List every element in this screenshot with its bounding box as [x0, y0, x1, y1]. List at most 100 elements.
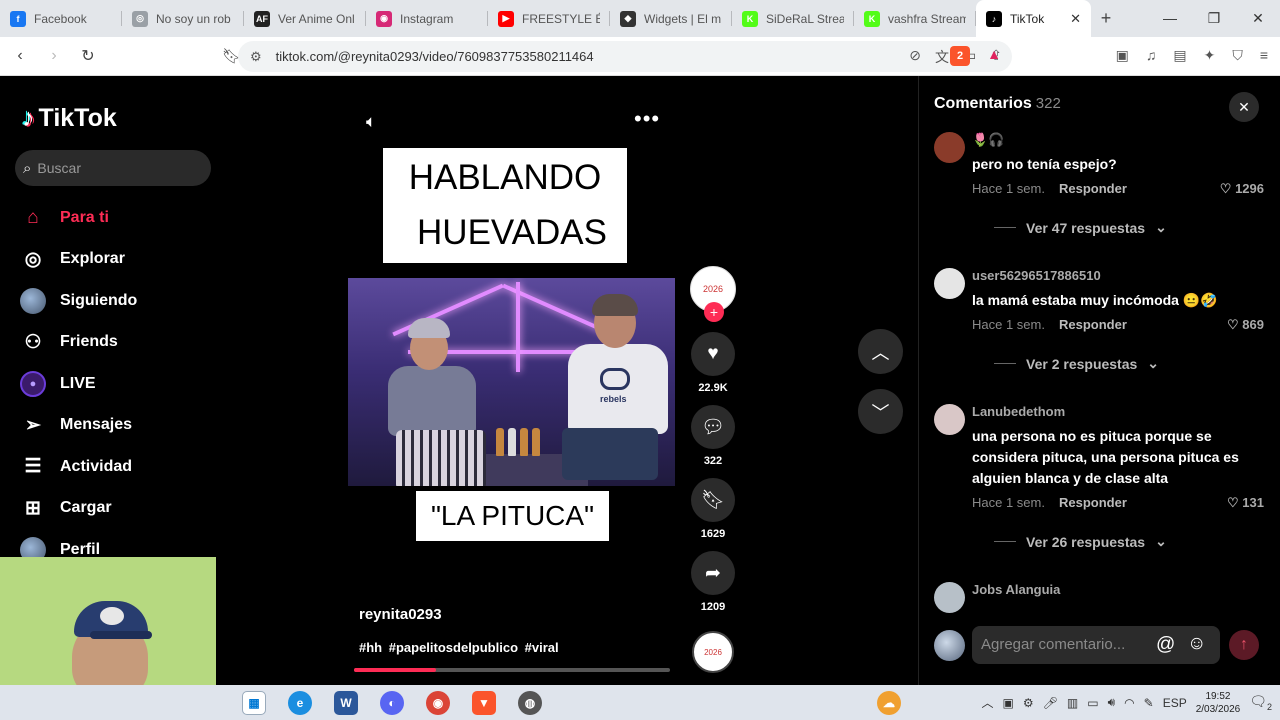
notification-icon[interactable]: 🗨︎2 [1249, 693, 1272, 712]
commenter-avatar[interactable] [934, 582, 965, 613]
sidebar-item-explorar[interactable]: ◎ Explorar [20, 239, 137, 281]
view-replies-button[interactable]: Ver 26 respuestas ⌄ [994, 533, 1167, 550]
new-tab-button[interactable]: + [1091, 8, 1121, 29]
mic-icon[interactable]: 🎤︎ [1043, 696, 1058, 710]
tiktok-logo[interactable]: ♪ TikTok [22, 104, 117, 133]
comment-like[interactable]: ♡ 869 [1227, 317, 1264, 333]
weather-icon[interactable]: ☁ [877, 691, 901, 715]
search-input[interactable]: ⌕ Buscar [15, 150, 211, 186]
vpn-shield-icon[interactable]: ⛉ [1232, 47, 1243, 64]
browser-tab[interactable]: K vashfra Stream [854, 0, 976, 37]
store-icon[interactable]: ▦ [242, 691, 266, 715]
video-hashtags[interactable]: #hh #papelitosdelpublico #viral [359, 640, 559, 655]
brave-shields-icon[interactable]: 2 [950, 46, 970, 66]
browser-tab[interactable]: f Facebook [0, 0, 122, 37]
battery-icon[interactable]: ▭ [1087, 696, 1098, 710]
commenter-avatar[interactable] [934, 404, 965, 435]
sidebar-item-siguiendo[interactable]: Siguiendo [20, 280, 137, 322]
bookmark-save-icon[interactable]: 🔖︎ [691, 478, 735, 522]
media-icon[interactable]: ♫ [1146, 47, 1157, 64]
translate-icon[interactable]: 文 [935, 47, 949, 67]
comment-icon[interactable]: 💬︎ [691, 405, 735, 449]
close-window-icon[interactable]: ✕ [1236, 0, 1280, 37]
comment-like[interactable]: ♡ 1296 [1220, 181, 1264, 197]
sidebar-item-mensajes[interactable]: ➢ Mensajes [20, 405, 137, 447]
more-options-icon[interactable]: ••• [634, 106, 660, 132]
send-comment-button[interactable]: ↑ [1229, 630, 1259, 660]
view-replies-button[interactable]: Ver 2 respuestas ⌄ [994, 355, 1159, 372]
reload-icon[interactable]: ↻ [74, 46, 102, 66]
edge-icon[interactable]: e [288, 691, 312, 715]
url-text[interactable]: tiktok.com/@reynita0293/video/7609837753… [276, 49, 594, 64]
close-comments-button[interactable]: ✕ [1229, 92, 1259, 122]
reply-button[interactable]: Responder [1059, 495, 1127, 510]
browser-tab[interactable]: ▶ FREESTYLE ÉP [488, 0, 610, 37]
commenter-avatar[interactable] [934, 132, 965, 163]
leo-ai-icon[interactable]: ✦ [1204, 47, 1216, 64]
brave-rewards-icon[interactable]: ▲ [984, 46, 1004, 66]
obs-icon[interactable]: ◍ [518, 691, 542, 715]
music-disc-avatar[interactable]: 2026 [692, 631, 734, 673]
pen-icon[interactable]: ✎ [1144, 696, 1154, 710]
reply-button[interactable]: Responder [1059, 181, 1127, 196]
tray-chevron-icon[interactable]: ︿ [982, 694, 994, 711]
wifi-icon[interactable]: ◠ [1124, 696, 1134, 710]
forward-icon[interactable]: › [40, 47, 68, 65]
restore-icon[interactable]: ❐ [1192, 0, 1236, 37]
comment-action[interactable]: 💬︎ 322 [690, 405, 736, 467]
language-indicator[interactable]: ESP [1163, 696, 1187, 710]
sidebar-item-para-ti[interactable]: ⌂ Para ti [20, 197, 137, 239]
reply-button[interactable]: Responder [1059, 317, 1127, 332]
follow-plus-icon[interactable]: + [704, 302, 724, 322]
mention-icon[interactable]: @ [1156, 634, 1175, 656]
clock[interactable]: 19:52 2/03/2026 [1196, 690, 1241, 716]
sidebar-item-live[interactable]: ● LIVE [20, 363, 137, 405]
sidebar-toggle-icon[interactable]: ▣ [1116, 47, 1129, 64]
back-icon[interactable]: ‹ [6, 47, 34, 65]
word-icon[interactable]: W [334, 691, 358, 715]
next-video-button[interactable]: ﹀ [858, 389, 903, 434]
chrome-icon[interactable]: ◉ [426, 691, 450, 715]
video-progress-bar[interactable] [354, 668, 670, 672]
address-bar[interactable]: ⚙ tiktok.com/@reynita0293/video/76098377… [238, 41, 1012, 72]
comment-input[interactable]: Agregar comentario... [972, 626, 1220, 664]
sidebar-item-friends[interactable]: ⚇ Friends [20, 322, 137, 364]
commenter-name[interactable]: 🌷🎧 [972, 132, 1004, 148]
comment-like[interactable]: ♡ 131 [1227, 495, 1264, 511]
view-replies-button[interactable]: Ver 47 respuestas ⌄ [994, 219, 1167, 236]
discord-icon[interactable]: ◐ [380, 691, 404, 715]
tray-app-icon[interactable]: ▣ [1003, 696, 1014, 710]
sidebar-item-cargar[interactable]: ⊞ Cargar [20, 488, 137, 530]
volume-icon[interactable]: 🔊︎ [1108, 695, 1116, 710]
browser-tab[interactable]: ◉ Instagram [366, 0, 488, 37]
sound-icon[interactable]: 🔈︎ [366, 112, 376, 132]
heart-icon[interactable]: ♥ [691, 332, 735, 376]
video-frame[interactable]: rebels [348, 278, 675, 486]
commenter-name[interactable]: Jobs Alanguia [972, 582, 1060, 597]
commenter-name[interactable]: Lanubedethom [972, 404, 1065, 419]
save-action[interactable]: 🔖︎ 1629 [690, 478, 736, 540]
site-info-icon[interactable]: ⚙ [250, 49, 262, 65]
browser-tab[interactable]: ◎ No soy un rob [122, 0, 244, 37]
creator-avatar[interactable]: 2026 + [690, 266, 736, 322]
brave-icon[interactable]: ▼ [472, 691, 496, 715]
tab-tiktok[interactable]: ♪ TikTok ✕ [976, 0, 1091, 37]
browser-tab[interactable]: ◆ Widgets | El m [610, 0, 732, 37]
commenter-avatar[interactable] [934, 268, 965, 299]
emoji-icon[interactable]: ☺ [1187, 633, 1206, 655]
browser-tab[interactable]: K SiDeRaL Stream [732, 0, 854, 37]
commenter-name[interactable]: user56296517886510 [972, 268, 1101, 283]
tray-app-icon[interactable]: ⚙ [1023, 696, 1034, 710]
browser-tab[interactable]: AF Ver Anime Onl [244, 0, 366, 37]
wallet-icon[interactable]: ▤ [1173, 47, 1186, 64]
video-author[interactable]: reynita0293 [359, 606, 442, 623]
previous-video-button[interactable]: ︿ [858, 329, 903, 374]
share-arrow-icon[interactable]: ➦ [691, 551, 735, 595]
close-tab-icon[interactable]: ✕ [1070, 11, 1081, 27]
minimize-icon[interactable]: — [1148, 0, 1192, 37]
menu-icon[interactable]: ≡ [1260, 47, 1268, 64]
like-action[interactable]: ♥ 22.9K [690, 332, 736, 394]
share-action[interactable]: ➦ 1209 [690, 551, 736, 613]
tray-app-icon[interactable]: ▥ [1067, 696, 1078, 710]
sidebar-item-actividad[interactable]: ☰ Actividad [20, 446, 137, 488]
